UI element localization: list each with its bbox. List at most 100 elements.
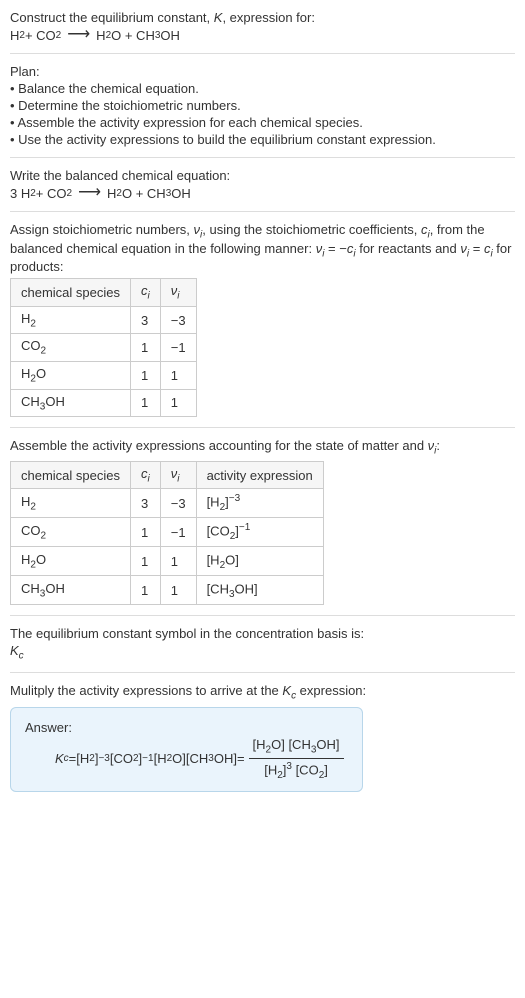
fraction-numerator: [H2O] [CH3OH] bbox=[249, 737, 344, 759]
th-activity: activity expression bbox=[196, 461, 323, 489]
cell-ci: 1 bbox=[131, 576, 161, 605]
sp-b: OH bbox=[45, 394, 65, 409]
th-ci: ci bbox=[131, 461, 161, 489]
sp-sub: 2 bbox=[41, 346, 47, 357]
divider bbox=[10, 615, 515, 616]
divider bbox=[10, 427, 515, 428]
cell-species: H2 bbox=[11, 489, 131, 518]
th-species: chemical species bbox=[11, 461, 131, 489]
sp-a: H bbox=[21, 311, 30, 326]
symbol-line: The equilibrium constant symbol in the c… bbox=[10, 626, 515, 641]
th-nui: νi bbox=[160, 461, 196, 489]
ans-t1a: [H bbox=[76, 751, 89, 766]
den-c: [CO bbox=[292, 762, 319, 777]
bal-3h2: 3 H bbox=[10, 186, 30, 201]
ans-eq2: = bbox=[237, 751, 245, 766]
cell-ci: 3 bbox=[131, 489, 161, 518]
num-a: [H bbox=[253, 737, 266, 752]
stoich-a: Assign stoichiometric numbers, bbox=[10, 222, 194, 237]
th-nui-i: i bbox=[177, 291, 179, 302]
cell-nui: −1 bbox=[160, 518, 196, 547]
th-nui-i: i bbox=[177, 473, 179, 484]
table-row: CH3OH 1 1 bbox=[11, 389, 197, 417]
cell-species: CH3OH bbox=[11, 576, 131, 605]
cell-nui: −3 bbox=[160, 489, 196, 518]
divider bbox=[10, 157, 515, 158]
act-a: [H bbox=[207, 553, 220, 568]
activity-heading-b: : bbox=[436, 438, 440, 453]
sp-b: OH bbox=[45, 581, 65, 596]
ans-t4b: OH] bbox=[214, 751, 237, 766]
bal-h2o-a: H bbox=[107, 186, 116, 201]
sp-b: O bbox=[36, 366, 46, 381]
cell-species: CO2 bbox=[11, 518, 131, 547]
plan-heading: Plan: bbox=[10, 64, 515, 79]
cell-nui: 1 bbox=[160, 576, 196, 605]
ans-t4a: [CH bbox=[186, 751, 208, 766]
ans-t3b: O] bbox=[172, 751, 186, 766]
sp-sub: 2 bbox=[41, 531, 47, 542]
ans-t2sup: −1 bbox=[142, 753, 153, 764]
cell-ci: 1 bbox=[131, 547, 161, 576]
cell-activity: [H2O] bbox=[196, 547, 323, 576]
answer-fraction: [H2O] [CH3OH] [H2]3 [CO2] bbox=[249, 737, 344, 781]
plan-b1: • Balance the chemical equation. bbox=[10, 81, 515, 96]
activity-heading-a: Assemble the activity expressions accoun… bbox=[10, 438, 428, 453]
arrow-icon: ⟶ bbox=[67, 27, 90, 43]
eq-h2o-a: H bbox=[96, 28, 105, 43]
th-ci: ci bbox=[131, 279, 161, 307]
eq-plus-co2: + CO bbox=[25, 28, 56, 43]
eq-ch3oh-tail: OH bbox=[160, 28, 180, 43]
cell-ci: 3 bbox=[131, 306, 161, 334]
table-header-row: chemical species ci νi bbox=[11, 279, 197, 307]
cell-species: H2 bbox=[11, 306, 131, 334]
balanced-equation: 3 H2 + CO2 ⟶ H2O + CH3OH bbox=[10, 185, 515, 201]
sp-a: CH bbox=[21, 394, 40, 409]
table-row: CO2 1 −1 [CO2]−1 bbox=[11, 518, 324, 547]
answer-expression: Kc = [H2]−3 [CO2]−1 [H2O] [CH3OH] = [H2O… bbox=[25, 737, 348, 781]
stoich-b: , using the stoichiometric coefficients, bbox=[202, 222, 421, 237]
bal-co2-sub: 2 bbox=[67, 188, 73, 199]
table-row: CO2 1 −1 bbox=[11, 334, 197, 362]
fraction-denominator: [H2]3 [CO2] bbox=[249, 759, 344, 781]
multiply-b: expression: bbox=[296, 683, 366, 698]
bal-ch3oh-tail: OH bbox=[171, 186, 191, 201]
table-row: H2 3 −3 [H2]−3 bbox=[11, 489, 324, 518]
ans-eq: = bbox=[69, 751, 77, 766]
table-header-row: chemical species ci νi activity expressi… bbox=[11, 461, 324, 489]
activity-table: chemical species ci νi activity expressi… bbox=[10, 461, 324, 605]
stoich-eq2-eq: = bbox=[469, 241, 484, 256]
cell-nui: −3 bbox=[160, 306, 196, 334]
cell-ci: 1 bbox=[131, 361, 161, 389]
cell-species: CH3OH bbox=[11, 389, 131, 417]
answer-label: Answer: bbox=[25, 720, 348, 735]
intro-title: Construct the equilibrium constant, K, e… bbox=[10, 10, 515, 25]
th-ci-i: i bbox=[148, 473, 150, 484]
cell-activity: [CO2]−1 bbox=[196, 518, 323, 547]
activity-heading: Assemble the activity expressions accoun… bbox=[10, 438, 515, 457]
num-b: O] [CH bbox=[271, 737, 311, 752]
ans-t2a: [CO bbox=[110, 751, 133, 766]
table-row: H2O 1 1 bbox=[11, 361, 197, 389]
divider bbox=[10, 672, 515, 673]
cell-species: H2O bbox=[11, 361, 131, 389]
th-species: chemical species bbox=[11, 279, 131, 307]
kc-symbol: Kc bbox=[10, 643, 515, 662]
eq-h2-a: H bbox=[10, 28, 19, 43]
intro-title-prefix: Construct the equilibrium constant, bbox=[10, 10, 214, 25]
cell-species: H2O bbox=[11, 547, 131, 576]
multiply-a: Mulitply the activity expressions to arr… bbox=[10, 683, 282, 698]
multiply-line: Mulitply the activity expressions to arr… bbox=[10, 683, 515, 702]
sp-b: O bbox=[36, 552, 46, 567]
act-b: O] bbox=[225, 553, 239, 568]
plan-b4: • Use the activity expressions to build … bbox=[10, 132, 515, 147]
cell-activity: [H2]−3 bbox=[196, 489, 323, 518]
act-a: [CH bbox=[207, 581, 229, 596]
stoich-text: Assign stoichiometric numbers, νi, using… bbox=[10, 222, 515, 274]
act-a: [CO bbox=[207, 524, 230, 539]
eq-co2-sub: 2 bbox=[56, 30, 62, 41]
th-ci-i: i bbox=[148, 291, 150, 302]
ans-t1sup: −3 bbox=[98, 753, 109, 764]
kc-c: c bbox=[19, 651, 24, 662]
arrow-icon: ⟶ bbox=[78, 185, 101, 201]
